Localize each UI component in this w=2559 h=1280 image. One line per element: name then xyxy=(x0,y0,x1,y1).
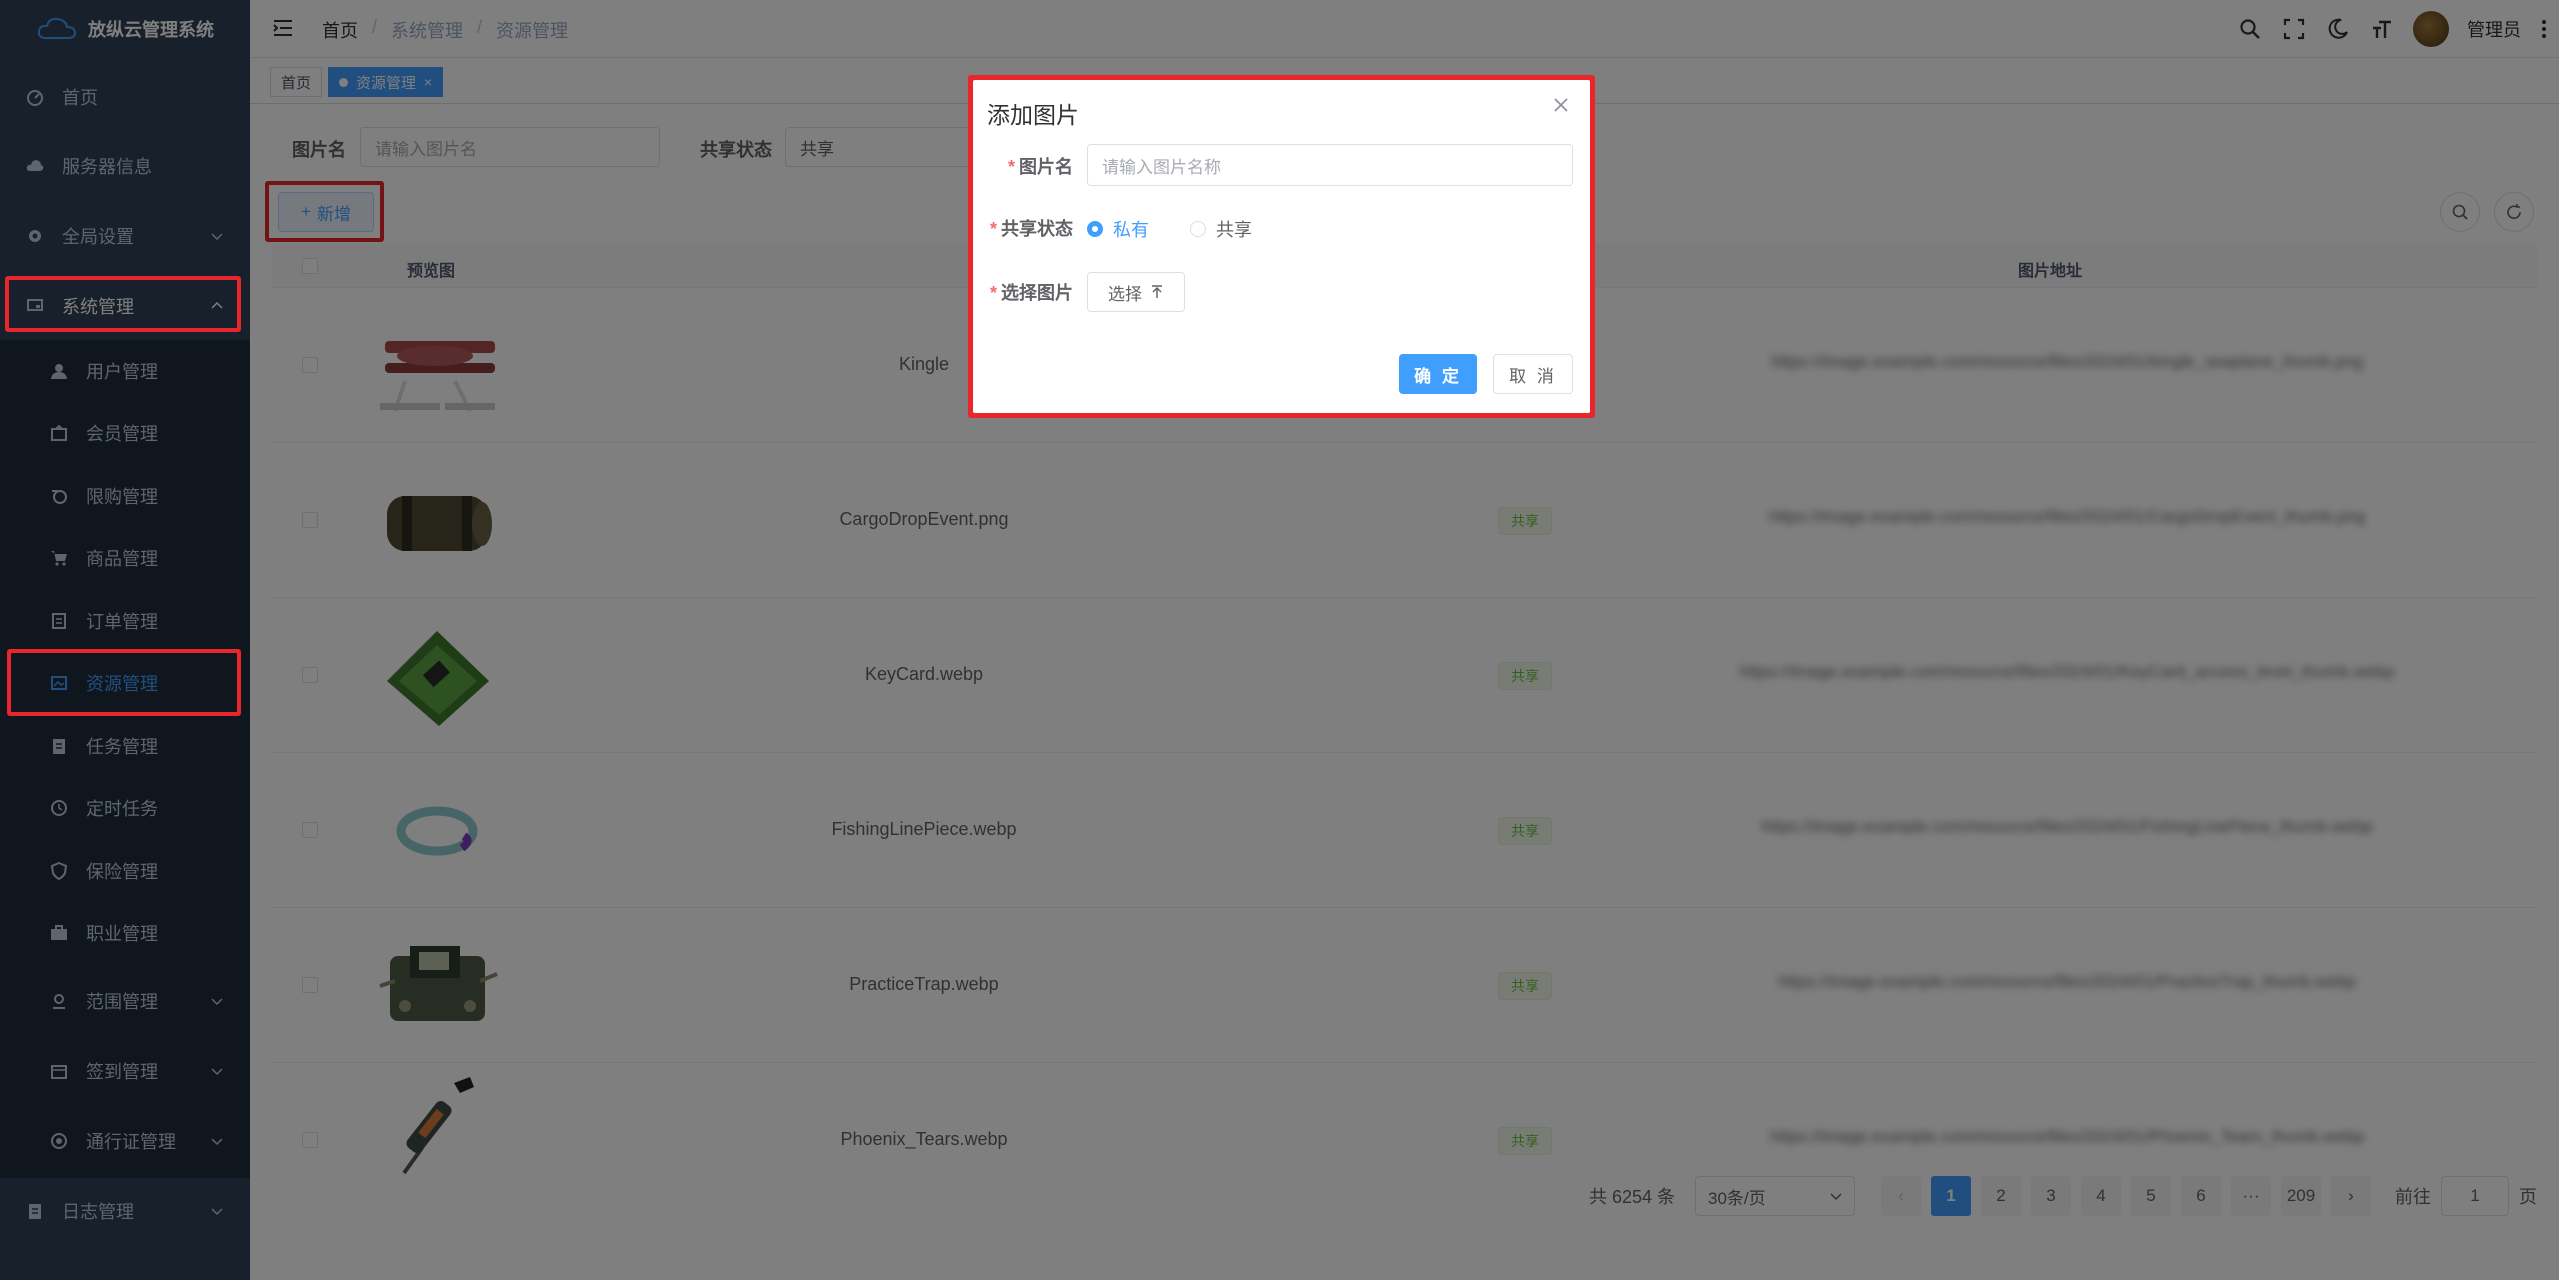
highlight-system-management xyxy=(5,276,241,332)
highlight-dialog xyxy=(968,75,1595,418)
highlight-resource-management xyxy=(7,649,241,716)
